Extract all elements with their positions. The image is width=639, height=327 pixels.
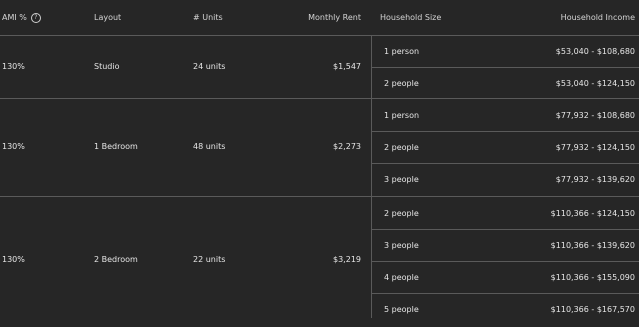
household-row: 3 people $110,366 - $139,620	[371, 229, 639, 262]
household-size-cell: 1 person	[384, 47, 420, 56]
household-row: 5 people $110,366 - $167,570	[371, 293, 639, 325]
units-cell: 48 units	[193, 142, 226, 151]
header-ami: AMI %?	[2, 13, 41, 23]
household-income-cell: $53,040 - $124,150	[555, 79, 635, 88]
rent-cell: $3,219	[333, 255, 361, 264]
household-size-cell: 1 person	[384, 111, 420, 120]
household-row: 3 people $77,932 - $139,620	[371, 163, 639, 195]
header-ami-label: AMI %	[2, 13, 27, 22]
header-household-size: Household Size	[380, 13, 442, 22]
household-row: 1 person $53,040 - $108,680	[371, 35, 639, 68]
household-row: 4 people $110,366 - $155,090	[371, 261, 639, 294]
household-income-cell: $110,366 - $124,150	[550, 209, 635, 218]
household-row: 2 people $53,040 - $124,150	[371, 67, 639, 99]
household-size-cell: 5 people	[384, 305, 419, 314]
ami-cell: 130%	[2, 62, 25, 71]
household-income-cell: $77,932 - $124,150	[555, 143, 635, 152]
layout-cell: 1 Bedroom	[94, 142, 138, 151]
ami-cell: 130%	[2, 255, 25, 264]
table-row: 130% 2 Bedroom 22 units $3,219 2 people …	[0, 197, 639, 327]
ami-cell: 130%	[2, 142, 25, 151]
units-cell: 22 units	[193, 255, 226, 264]
header-household-income: Household Income	[560, 13, 635, 22]
household-row: 2 people $110,366 - $124,150	[371, 197, 639, 230]
household-income-cell: $77,932 - $108,680	[555, 111, 635, 120]
household-size-cell: 2 people	[384, 79, 419, 88]
table-row: 130% Studio 24 units $1,547 1 person $53…	[0, 35, 639, 99]
household-row: 2 people $77,932 - $124,150	[371, 131, 639, 164]
header-units: # Units	[193, 13, 223, 22]
household-size-cell: 3 people	[384, 241, 419, 250]
table-header: AMI %? Layout # Units Monthly Rent House…	[0, 0, 639, 36]
household-income-cell: $110,366 - $139,620	[550, 241, 635, 250]
layout-cell: Studio	[94, 62, 120, 71]
household-income-cell: $53,040 - $108,680	[555, 47, 635, 56]
household-income-cell: $110,366 - $155,090	[550, 273, 635, 282]
layout-cell: 2 Bedroom	[94, 255, 138, 264]
units-cell: 24 units	[193, 62, 226, 71]
household-size-cell: 2 people	[384, 143, 419, 152]
table-row: 130% 1 Bedroom 48 units $2,273 1 person …	[0, 99, 639, 197]
help-icon[interactable]: ?	[30, 13, 41, 23]
rent-cell: $1,547	[333, 62, 361, 71]
household-row: 1 person $77,932 - $108,680	[371, 99, 639, 132]
household-size-cell: 3 people	[384, 175, 419, 184]
household-income-cell: $110,366 - $167,570	[550, 305, 635, 314]
header-layout: Layout	[94, 13, 122, 22]
household-size-cell: 4 people	[384, 273, 419, 282]
rent-cell: $2,273	[333, 142, 361, 151]
household-size-cell: 2 people	[384, 209, 419, 218]
header-rent: Monthly Rent	[308, 13, 361, 22]
household-income-cell: $77,932 - $139,620	[555, 175, 635, 184]
